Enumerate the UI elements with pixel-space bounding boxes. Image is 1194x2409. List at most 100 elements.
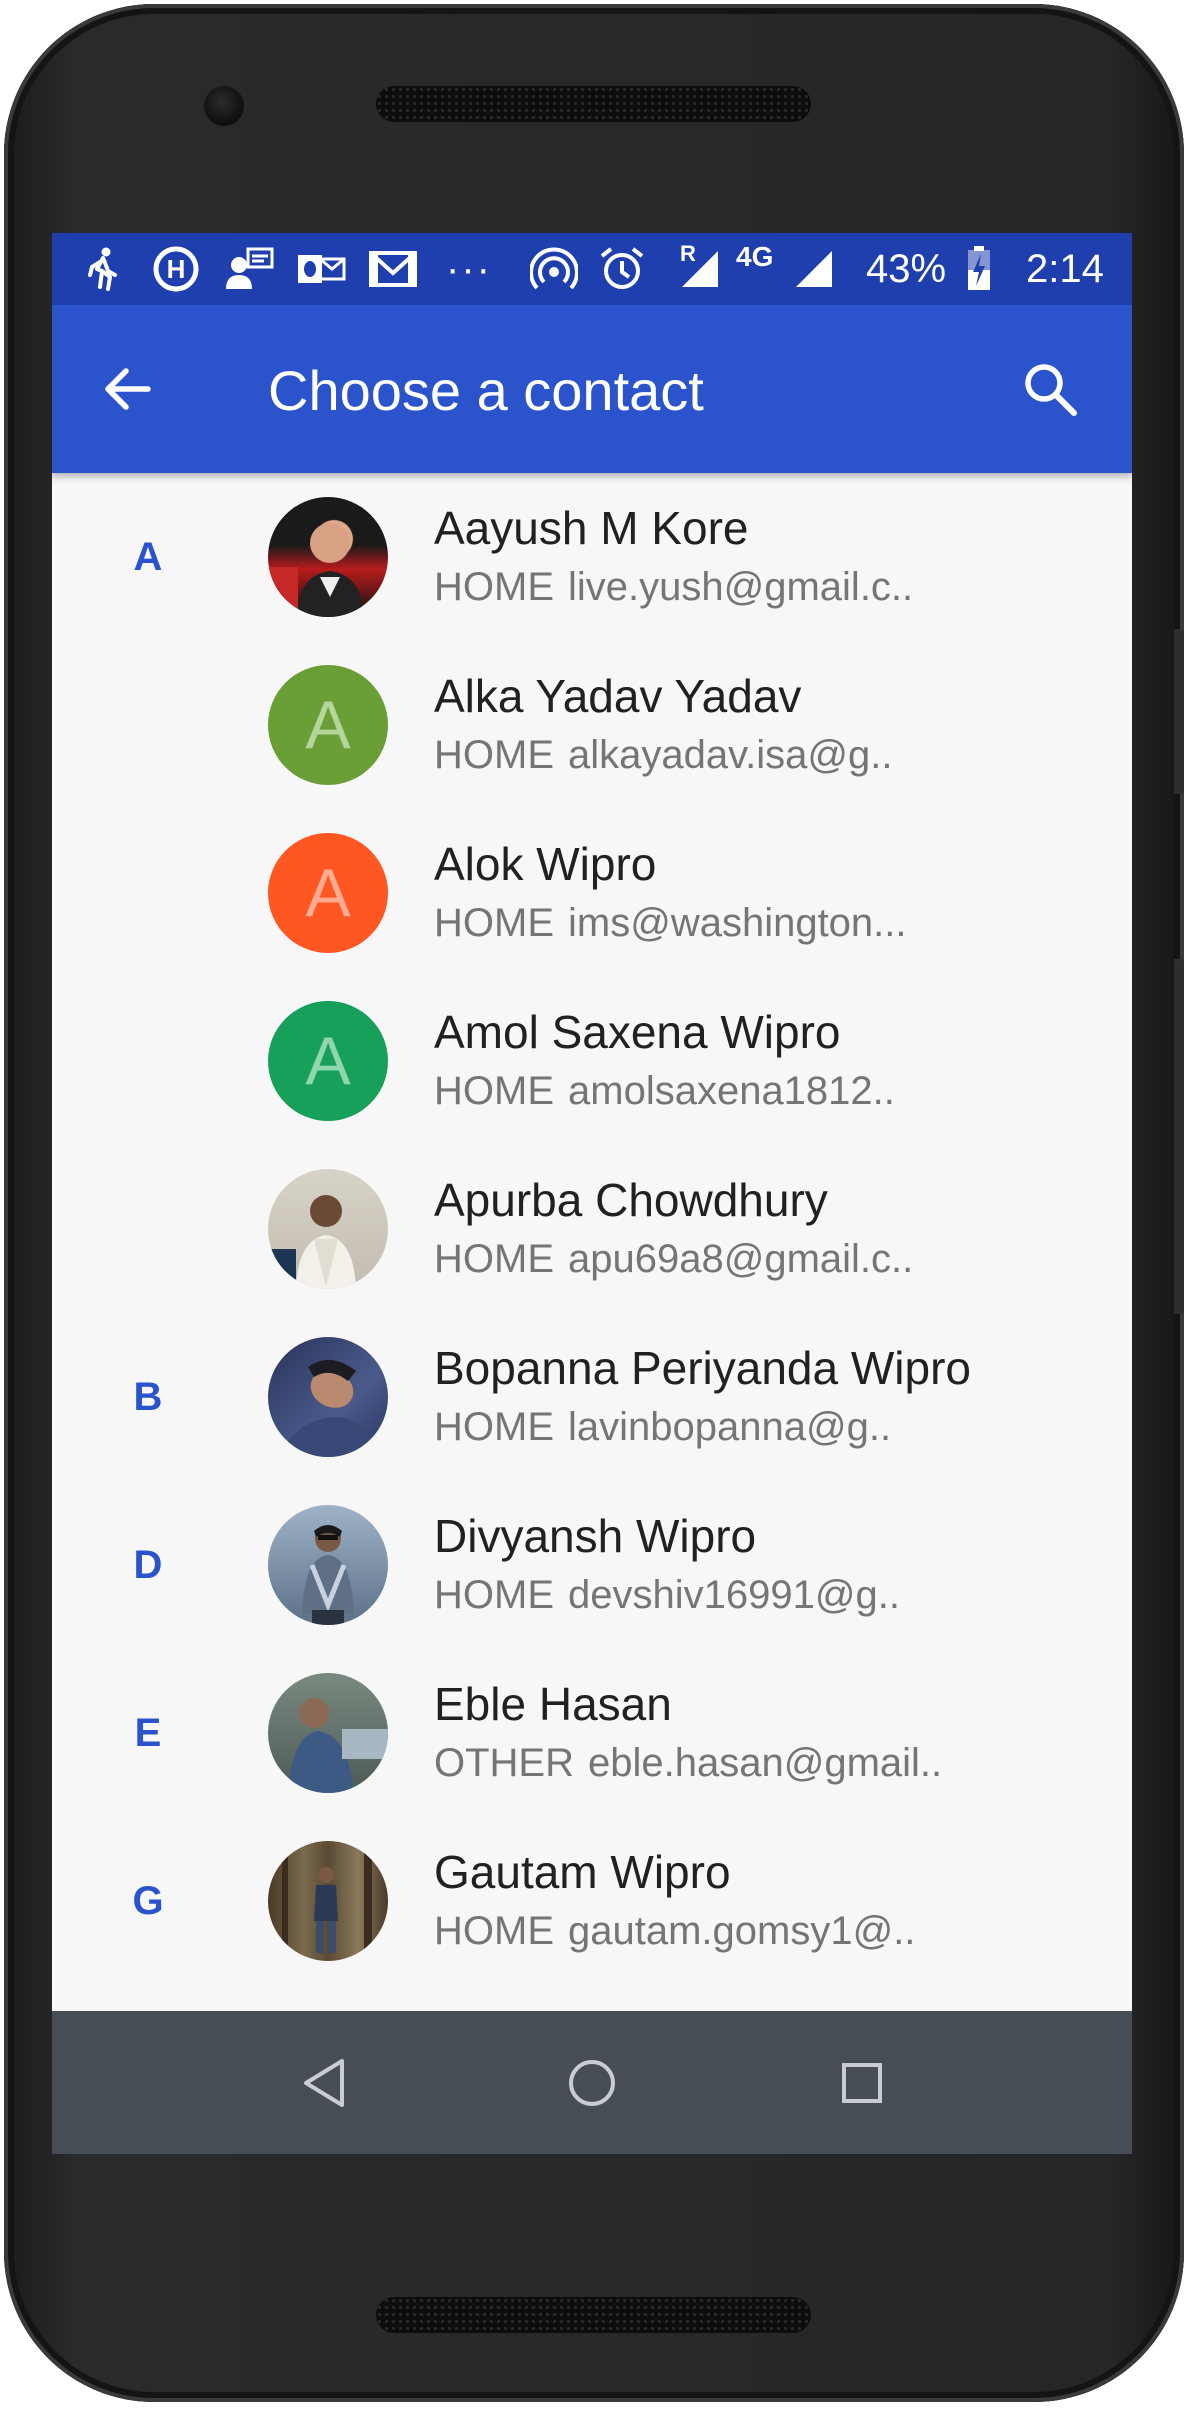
- hike-icon: H: [152, 246, 200, 292]
- contact-detail: HOME gautam.gomsy1@..: [434, 1907, 915, 1955]
- outlook-icon: [296, 247, 346, 291]
- contact-email: gautam.gomsy1@..: [568, 1909, 916, 1953]
- section-letter: G: [132, 1879, 164, 1923]
- contact-name: Divyansh Wipro: [434, 1510, 757, 1562]
- gmail-icon: [368, 247, 418, 291]
- contact-row[interactable]: E Eble Hasan OTHER eble.hasan@gmail..: [52, 1649, 1132, 1817]
- nav-back-button[interactable]: [288, 2047, 360, 2119]
- contact-name: Apurba Chowdhury: [434, 1174, 828, 1226]
- contact-row[interactable]: B Bopanna Periyanda Wipro HOME lavinbopan…: [52, 1313, 1132, 1481]
- clock-time: 2:14: [1026, 247, 1104, 291]
- avatar-initial: A: [305, 687, 351, 763]
- contact-type: HOME: [434, 1237, 554, 1281]
- contact-name: Bopanna Periyanda Wipro: [434, 1342, 971, 1394]
- walking-icon: [86, 247, 120, 291]
- app-bar: Choose a contact: [52, 305, 1132, 473]
- contact-name: Alok Wipro: [434, 838, 657, 890]
- contact-detail: HOME ims@washington...: [434, 899, 907, 947]
- search-icon: [1025, 364, 1077, 416]
- contact-email: ims@washington...: [568, 901, 907, 945]
- contact-type: HOME: [434, 565, 554, 609]
- contact-row[interactable]: A Alok Wipro HOME ims@washington...: [52, 809, 1132, 977]
- contact-name: Alka Yadav Yadav: [434, 670, 802, 722]
- contact-detail: HOME apu69a8@gmail.c..: [434, 1235, 913, 1283]
- avatar-initial: A: [305, 855, 351, 931]
- power-button: [1174, 629, 1184, 794]
- avatar: A: [268, 1001, 388, 1121]
- nav-back-icon: [304, 2059, 344, 2107]
- contact-email: amolsaxena1812..: [568, 1069, 895, 1113]
- contact-type: HOME: [434, 1069, 554, 1113]
- page-title: Choose a contact: [268, 359, 704, 422]
- alarm-icon: [598, 247, 646, 291]
- navigation-bar: [52, 2011, 1132, 2154]
- front-camera: [204, 86, 244, 126]
- contact-detail: HOME lavinbopanna@g..: [434, 1403, 891, 1451]
- section-letter: A: [133, 535, 163, 579]
- status-bar: H ··· R 4G 43% 2:14: [52, 233, 1132, 305]
- contact-row[interactable]: D Divyansh Wipro HOME devshiv16991@g..: [52, 1481, 1132, 1649]
- search-button[interactable]: [1012, 351, 1088, 427]
- contact-name: Amol Saxena Wipro: [434, 1006, 841, 1058]
- person-photo-icon: [268, 523, 364, 617]
- contact-row[interactable]: Apurba Chowdhury HOME apu69a8@gmail.c..: [52, 1145, 1132, 1313]
- avatar: [268, 497, 388, 617]
- contact-row[interactable]: A Alka Yadav Yadav HOME alkayadav.isa@g..: [52, 641, 1132, 809]
- contact-detail: HOME devshiv16991@g..: [434, 1571, 900, 1619]
- contact-type: HOME: [434, 1909, 554, 1953]
- signal-4g-icon: [792, 247, 836, 291]
- contact-type: HOME: [434, 733, 554, 777]
- nav-home-button[interactable]: [556, 2047, 628, 2119]
- person-photo-icon: [282, 1841, 372, 1961]
- nav-home-icon: [569, 2060, 615, 2106]
- contact-type: HOME: [434, 901, 554, 945]
- section-letter: D: [133, 1543, 163, 1587]
- contact-row[interactable]: G Gautam Wipro HOME gautam.gomsy1@..: [52, 1817, 1132, 1985]
- section-letter: B: [133, 1375, 163, 1419]
- volume-button: [1174, 959, 1184, 1314]
- contact-detail: HOME live.yush@gmail.c..: [434, 563, 913, 611]
- bottom-speaker: [376, 2297, 811, 2333]
- earpiece-speaker: [376, 86, 811, 122]
- contact-card-icon: [224, 247, 274, 291]
- avatar: [268, 1505, 388, 1625]
- contact-email: eble.hasan@gmail..: [588, 1741, 943, 1785]
- contact-email: apu69a8@gmail.c..: [568, 1237, 914, 1281]
- overflow-dots: ···: [446, 247, 492, 291]
- battery-charging-icon: [964, 246, 994, 291]
- contact-name: Aayush M Kore: [434, 502, 749, 554]
- nav-recents-icon: [842, 2063, 882, 2103]
- hotspot-icon: [530, 247, 578, 291]
- avatar: A: [268, 665, 388, 785]
- network-type-label: 4G: [736, 241, 774, 272]
- avatar: [268, 1169, 388, 1289]
- screen: H ··· R 4G 43% 2:14 Choose a contact A A…: [52, 233, 1132, 2154]
- contact-email: lavinbopanna@g..: [568, 1405, 892, 1449]
- arrow-back-icon: [105, 368, 151, 410]
- roaming-label: R: [680, 241, 696, 266]
- avatar: [268, 1841, 388, 1961]
- contact-email: alkayadav.isa@g..: [568, 733, 893, 777]
- avatar: [268, 1673, 388, 1793]
- contact-type: OTHER: [434, 1741, 574, 1785]
- nav-recents-button[interactable]: [826, 2047, 898, 2119]
- battery-percentage: 43%: [866, 247, 947, 291]
- contact-row[interactable]: A Aayush M Kore HOME live.yush@gmail.c..: [52, 473, 1132, 641]
- contact-email: live.yush@gmail.c..: [568, 565, 914, 609]
- person-photo-icon: [268, 1195, 356, 1289]
- svg-text:H: H: [167, 254, 186, 284]
- back-button[interactable]: [92, 353, 164, 425]
- contact-type: HOME: [434, 1405, 554, 1449]
- avatar-initial: A: [305, 1023, 351, 1099]
- contact-name: Gautam Wipro: [434, 1846, 731, 1898]
- contact-list[interactable]: A Aayush M Kore HOME live.yush@gmail.c.. …: [52, 473, 1132, 2154]
- contact-row[interactable]: A Amol Saxena Wipro HOME amolsaxena1812..: [52, 977, 1132, 1145]
- person-photo-icon: [302, 1525, 354, 1625]
- contact-detail: OTHER eble.hasan@gmail..: [434, 1739, 942, 1787]
- contact-detail: HOME alkayadav.isa@g..: [434, 731, 892, 779]
- contact-name: Eble Hasan: [434, 1678, 672, 1730]
- contact-type: HOME: [434, 1573, 554, 1617]
- contact-email: devshiv16991@g..: [568, 1573, 900, 1617]
- avatar: [268, 1337, 388, 1457]
- person-photo-icon: [278, 1359, 378, 1457]
